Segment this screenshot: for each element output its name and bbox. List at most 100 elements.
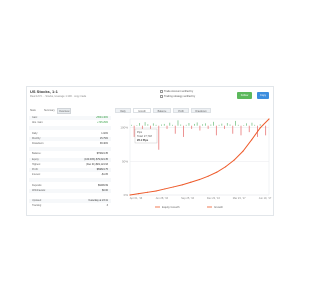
stat-row: Highest: (Dec 01) $81,124.93 [29,163,111,167]
daily-bar-positive [177,120,179,126]
daily-bar-negative [240,125,242,136]
stat-label: Interest: [32,173,41,177]
stat-row [29,178,111,183]
stat-label: Drawdown: [32,142,44,145]
signal-panel: US Stocks, 1:1 Real 1/0.5 ... Stocks, le… [26,86,274,216]
growth-point [207,175,209,177]
stat-value: -$1.05 [101,173,108,177]
x-tick-label: Sep 25, '16 [181,196,195,200]
daily-bar-positive [210,124,212,126]
daily-bar-positive [221,123,223,126]
tab-stats[interactable]: Stats [29,108,37,114]
stat-value: (Dec 01) $81,124.93 [86,162,108,166]
signal-header: US Stocks, 1:1 Real 1/0.5 ... Stocks, le… [27,87,275,106]
stat-row: Balance: $79624.35 [29,152,111,156]
y-tick-label: 50% [122,159,128,163]
growth-chart: 100% 50% 0%Apr 01, '16 Jun 28, '16 Sep 25, '… [120,118,272,209]
stat-value: $0.00 [102,188,108,192]
x-tick-label: Dec 23, '16 [207,196,221,200]
stat-row: Profit: $69824.75 [29,168,111,172]
stat-label: Abs. Gain: [32,121,44,125]
checkbox-label: Trade Account verified by [164,90,194,94]
daily-bar-negative [199,125,201,131]
stat-label: Monthly: [32,136,42,140]
growth-point [190,181,192,183]
daily-bar-negative [174,125,176,134]
stat-label: Withdrawals: [32,188,46,192]
follow-button[interactable]: Follow [237,92,252,99]
stat-row: Daily: 1.02% [29,132,111,136]
x-tick-label: Mar 23, '17 [233,196,246,200]
growth-point [146,191,148,193]
daily-bar-positive [163,123,165,126]
chart-tab-daily[interactable]: Daily [115,108,131,113]
daily-bar-negative [248,125,250,133]
daily-bar-positive [196,122,198,126]
daily-bar-positive [136,125,138,126]
growth-point [164,188,166,190]
tab-summary[interactable]: Summary [43,108,56,114]
growth-point [172,186,175,188]
chart-tab-balance[interactable]: Balance [153,108,171,113]
stat-label: Balance: [32,152,42,156]
verified-account-checkbox[interactable]: Trade Account verified by [160,90,193,93]
daily-bar-negative [207,125,209,129]
chart-area: Daily Growth Balance Profit Drawdown 100% 50%… [115,108,273,215]
growth-point [198,178,201,181]
x-tick-label: Jun 28, '16 [155,196,168,200]
stat-value: 1.02% [101,131,108,135]
x-tick-label: Jun 19, '17 [259,196,272,200]
stat-value: $79624.35 [96,152,108,156]
growth-point [138,193,140,195]
stat-label: Daily: [32,131,38,135]
daily-bar-positive [161,124,162,126]
stat-label: Profit: [32,168,39,171]
signal-title: US Stocks, 1:1 [30,89,58,94]
stat-label: Equity: [32,157,40,161]
growth-point [259,127,261,129]
stat-row [29,194,111,198]
stats-list: Gain: +5504.46% Abs. Gain: +745.29% Daily: 1.… [29,116,111,216]
daily-bar-positive [246,123,247,126]
daily-bar-negative [150,125,151,129]
daily-bar-positive [226,123,228,126]
tooltip-text: Total: 27,718 [137,134,152,138]
daily-bar-positive [204,123,206,126]
daily-bar-positive [229,124,231,126]
daily-bar-positive [218,124,220,126]
chart-tab-drawdown[interactable]: Drawdown [191,108,211,113]
chart-tab-profit[interactable]: Profit [173,108,189,113]
stat-row: Withdrawals: $0.00 [29,188,111,193]
stat-row [29,147,111,152]
growth-point [155,190,157,192]
daily-bar-negative [183,125,184,137]
tab-overview[interactable]: Overview [57,108,72,114]
checkbox-icon [160,95,163,98]
legend-label: Growth [214,205,223,209]
growth-point [233,159,235,161]
stat-row: Abs. Gain: +745.29% [29,121,111,125]
daily-bar-negative [133,125,135,137]
daily-bar-positive [131,124,132,126]
stat-value: Yesterday at 23:41 [88,199,108,203]
stat-value: +745.29% [97,121,108,125]
legend-label: Equity Growth [162,205,180,209]
daily-bar-positive [147,124,149,126]
stat-row: Deposits: $9499.99 [29,184,111,188]
growth-point [181,184,183,186]
stat-value: 3 [106,204,108,208]
copy-button[interactable]: Copy [257,92,269,99]
tooltip-text: 26.1 Pips [137,138,149,142]
chart-tab-growth[interactable]: Growth [133,108,151,113]
stat-row: Equity: (100.00%) $79,624.35 [29,157,111,162]
growth-point [129,194,131,196]
stat-label: Tracking: [32,204,42,208]
stat-value: $9499.99 [98,183,108,187]
growth-point [268,118,270,120]
stat-row: Gain: +5504.46% [29,116,111,120]
verified-strategy-checkbox[interactable]: Trading strategy verified by [160,95,195,98]
daily-bar-positive [180,124,182,126]
stat-label: Updated: [32,199,42,203]
stat-label: Gain: [32,116,38,119]
daily-bar-positive [185,124,187,126]
